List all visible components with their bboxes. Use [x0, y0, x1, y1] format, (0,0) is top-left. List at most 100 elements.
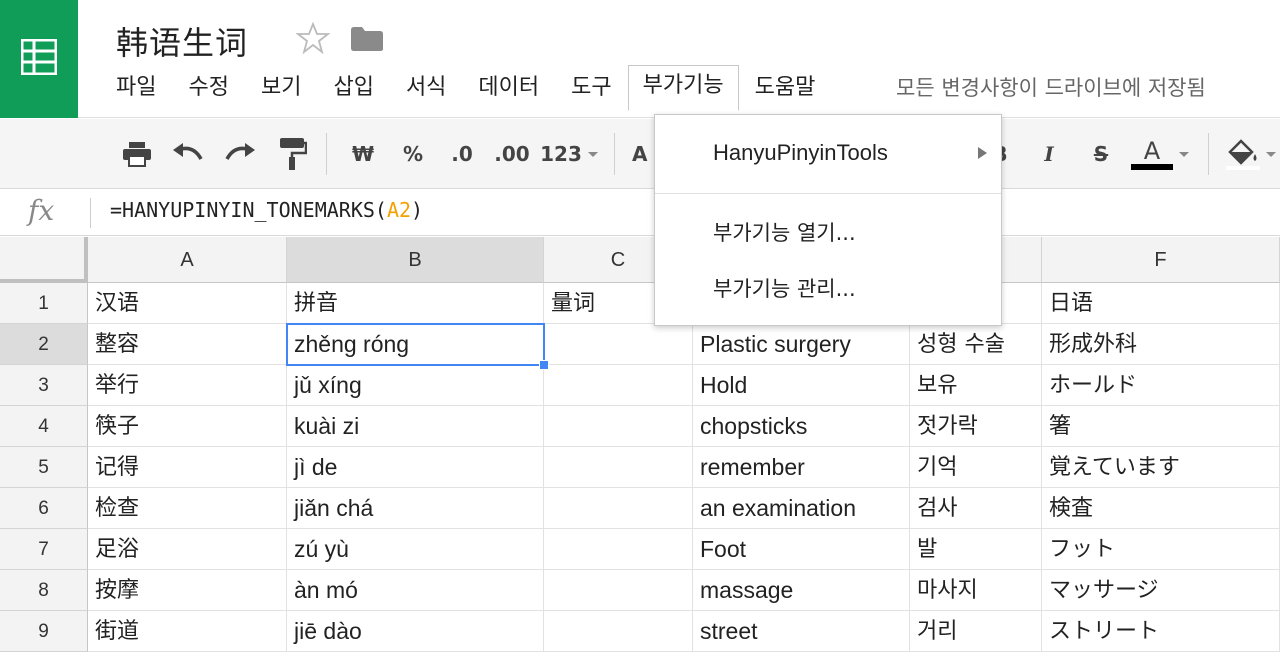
- cell-a3[interactable]: 举行: [88, 365, 287, 406]
- cell-d9[interactable]: street: [693, 611, 910, 652]
- cell-a6[interactable]: 检查: [88, 488, 287, 529]
- cell-d6[interactable]: an examination: [693, 488, 910, 529]
- cell-f7[interactable]: フット: [1042, 529, 1280, 570]
- cell-a4[interactable]: 筷子: [88, 406, 287, 447]
- fill-color-button[interactable]: [1222, 119, 1280, 189]
- cell-e4[interactable]: 젓가락: [910, 406, 1042, 447]
- cell-a9[interactable]: 街道: [88, 611, 287, 652]
- print-icon: [123, 142, 151, 167]
- row-header-7[interactable]: 7: [0, 529, 88, 570]
- formula-divider: [90, 198, 91, 228]
- row-header-8[interactable]: 8: [0, 570, 88, 611]
- cell-e8[interactable]: 마사지: [910, 570, 1042, 611]
- cell-c7[interactable]: [544, 529, 693, 570]
- cell-d7[interactable]: Foot: [693, 529, 910, 570]
- cell-a1[interactable]: 汉语: [88, 283, 287, 324]
- menu-edit[interactable]: 수정: [172, 68, 244, 108]
- menu-format[interactable]: 서식: [390, 68, 462, 108]
- cell-b2[interactable]: zhěng róng: [287, 324, 544, 365]
- cell-e3[interactable]: 보유: [910, 365, 1042, 406]
- cell-e7[interactable]: 발: [910, 529, 1042, 570]
- cell-b5[interactable]: jì de: [287, 447, 544, 488]
- strikethrough-button[interactable]: S: [1086, 119, 1116, 189]
- cell-a2[interactable]: 整容: [88, 324, 287, 365]
- folder-icon[interactable]: [350, 26, 384, 52]
- menu-item-open-addons[interactable]: 부가기능 열기...: [655, 205, 1001, 261]
- paint-format-button[interactable]: [274, 119, 310, 189]
- document-title[interactable]: 韩语生词: [116, 18, 248, 64]
- cell-f9[interactable]: ストリート: [1042, 611, 1280, 652]
- menu-addons[interactable]: 부가기능: [627, 65, 739, 111]
- cell-f3[interactable]: ホールド: [1042, 365, 1280, 406]
- cell-c8[interactable]: [544, 570, 693, 611]
- italic-button[interactable]: I: [1034, 119, 1064, 189]
- undo-button[interactable]: [168, 119, 208, 189]
- row-header-3[interactable]: 3: [0, 365, 88, 406]
- cell-c5[interactable]: [544, 447, 693, 488]
- cell-a5[interactable]: 记得: [88, 447, 287, 488]
- cell-f5[interactable]: 覚えています: [1042, 447, 1280, 488]
- number-format-dropdown[interactable]: 123: [540, 119, 598, 189]
- sheets-logo[interactable]: [0, 0, 78, 118]
- cell-f2[interactable]: 形成外科: [1042, 324, 1280, 365]
- menu-insert[interactable]: 삽입: [317, 68, 389, 108]
- cell-f6[interactable]: 検査: [1042, 488, 1280, 529]
- cell-c9[interactable]: [544, 611, 693, 652]
- cell-f8[interactable]: マッサージ: [1042, 570, 1280, 611]
- cell-d4[interactable]: chopsticks: [693, 406, 910, 447]
- menu-view[interactable]: 보기: [245, 68, 317, 108]
- cell-b1[interactable]: 拼音: [287, 283, 544, 324]
- cell-a8[interactable]: 按摩: [88, 570, 287, 611]
- redo-button[interactable]: [220, 119, 260, 189]
- select-all-corner[interactable]: [0, 237, 88, 283]
- save-status[interactable]: 모든 변경사항이 드라이브에 저장됨: [896, 68, 1206, 108]
- row-header-2[interactable]: 2: [0, 324, 88, 365]
- text-color-button[interactable]: A: [1128, 119, 1192, 189]
- column-header-b[interactable]: B: [287, 237, 544, 283]
- cell-c3[interactable]: [544, 365, 693, 406]
- formula-cell-reference: A2: [386, 198, 412, 222]
- menu-tools[interactable]: 도구: [555, 68, 627, 108]
- cell-b8[interactable]: àn mó: [287, 570, 544, 611]
- row-header-9[interactable]: 9: [0, 611, 88, 652]
- font-dropdown[interactable]: A: [632, 119, 654, 189]
- menu-item-hanyupinyintools[interactable]: HanyuPinyinTools: [655, 125, 1001, 181]
- cell-f4[interactable]: 箸: [1042, 406, 1280, 447]
- cell-d8[interactable]: massage: [693, 570, 910, 611]
- row-header-6[interactable]: 6: [0, 488, 88, 529]
- column-header-f[interactable]: F: [1042, 237, 1280, 283]
- cell-c6[interactable]: [544, 488, 693, 529]
- cell-b9[interactable]: jiē dào: [287, 611, 544, 652]
- cell-e9[interactable]: 거리: [910, 611, 1042, 652]
- cell-b3[interactable]: jǔ xíng: [287, 365, 544, 406]
- cell-c2[interactable]: [544, 324, 693, 365]
- cell-b7[interactable]: zú yù: [287, 529, 544, 570]
- cell-c4[interactable]: [544, 406, 693, 447]
- row-header-4[interactable]: 4: [0, 406, 88, 447]
- row-header-1[interactable]: 1: [0, 283, 88, 324]
- cell-d3[interactable]: Hold: [693, 365, 910, 406]
- cell-a7[interactable]: 足浴: [88, 529, 287, 570]
- cell-e2[interactable]: 성형 수술: [910, 324, 1042, 365]
- row-header-5[interactable]: 5: [0, 447, 88, 488]
- cell-e5[interactable]: 기억: [910, 447, 1042, 488]
- formula-input[interactable]: =HANYUPINYIN_TONEMARKS(A2): [110, 198, 423, 222]
- cell-e6[interactable]: 검사: [910, 488, 1042, 529]
- cell-b6[interactable]: jiǎn chá: [287, 488, 544, 529]
- cell-d5[interactable]: remember: [693, 447, 910, 488]
- cell-f1[interactable]: 日语: [1042, 283, 1280, 324]
- currency-format-button[interactable]: ₩: [346, 119, 380, 189]
- column-header-a[interactable]: A: [88, 237, 287, 283]
- fill-handle[interactable]: [539, 360, 549, 370]
- menu-item-manage-addons[interactable]: 부가기능 관리...: [655, 261, 1001, 317]
- star-icon[interactable]: [296, 22, 330, 54]
- cell-b4[interactable]: kuài zi: [287, 406, 544, 447]
- percent-format-button[interactable]: %: [396, 119, 430, 189]
- menu-file[interactable]: 파일: [100, 68, 172, 108]
- menu-data[interactable]: 데이터: [462, 68, 555, 108]
- increase-decimal-button[interactable]: .00: [492, 119, 532, 189]
- print-button[interactable]: [118, 119, 156, 189]
- menu-help[interactable]: 도움말: [739, 68, 832, 108]
- cell-d2[interactable]: Plastic surgery: [693, 324, 910, 365]
- decrease-decimal-button[interactable]: .0: [442, 119, 482, 189]
